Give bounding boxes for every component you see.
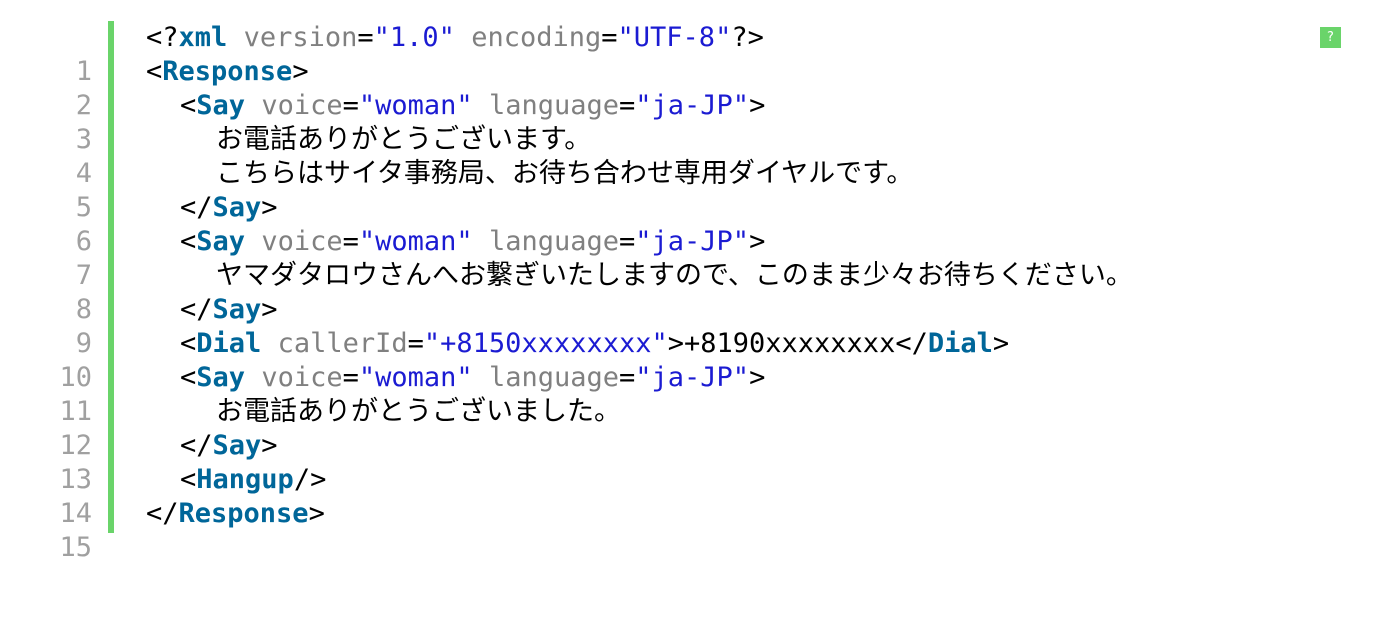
attr-value-text: ja-JP — [651, 90, 733, 121]
attr-name: version — [243, 22, 358, 53]
tag-name: Dial — [927, 328, 993, 359]
say-open-tag: <Say voice="woman" language="ja-JP"> — [180, 362, 766, 393]
code-line: 15 </Response> — [0, 497, 1378, 563]
attr-value: "UTF-8" — [617, 22, 732, 53]
attr-value: "+8150xxxxxxxx" — [423, 328, 668, 359]
say-open-tag: <Say voice="woman" language="ja-JP"> — [180, 90, 766, 121]
attr-name: voice — [261, 226, 343, 257]
tag-name: Say — [212, 192, 262, 223]
code-line: 11 <Say voice="woman" language="ja-JP"> — [0, 361, 1378, 427]
line-number: 15 — [59, 532, 92, 563]
attr-value: "ja-JP" — [635, 362, 750, 393]
tag-name: Say — [196, 226, 246, 257]
tag-name: Say — [196, 362, 246, 393]
code-line: 5 こちらはサイタ事務局、お待ち合わせ専用ダイヤルです。 — [0, 157, 1378, 223]
attr-value-text: ja-JP — [651, 362, 733, 393]
attr-value: "woman" — [358, 226, 473, 257]
code-line: 12 お電話ありがとうございました。 — [0, 395, 1378, 461]
attr-value-text: UTF-8 — [633, 22, 716, 53]
say-close-tag: </Say> — [180, 294, 278, 325]
attr-name: encoding — [471, 22, 602, 53]
tag-name: Hangup — [196, 464, 294, 495]
say-close-tag: </Say> — [180, 430, 278, 461]
say-text: こちらはサイタ事務局、お待ち合わせ専用ダイヤルです。 — [216, 158, 914, 189]
attr-name: voice — [261, 90, 343, 121]
attr-value-text: 1.0 — [389, 22, 439, 53]
code-line: 3 <Say voice="woman" language="ja-JP"> — [0, 89, 1378, 155]
code-line: 9 </Say> — [0, 293, 1378, 359]
attr-name: voice — [261, 362, 343, 393]
code-line: 1 <?xml version="1.0" encoding="UTF-8"?> — [0, 21, 1378, 87]
attr-name: language — [488, 226, 619, 257]
code-line: 7 <Say voice="woman" language="ja-JP"> — [0, 225, 1378, 291]
response-open-tag: <Response> — [146, 56, 309, 87]
tag-name: Response — [178, 498, 309, 529]
hangup-tag: <Hangup/> — [180, 464, 327, 495]
code-line: 6 </Say> — [0, 191, 1378, 257]
attr-value-text: woman — [375, 90, 457, 121]
tag-name: Say — [212, 294, 262, 325]
attr-value-text: woman — [375, 362, 457, 393]
attr-value: "ja-JP" — [635, 226, 750, 257]
code-block: 1 <?xml version="1.0" encoding="UTF-8"?>… — [0, 21, 1378, 563]
attr-name: language — [488, 362, 619, 393]
code-line: 4 お電話ありがとうございます。 — [0, 123, 1378, 189]
dial-number: +8190xxxxxxxx — [684, 328, 896, 359]
attr-value-text: ja-JP — [651, 226, 733, 257]
attr-value: "woman" — [358, 90, 473, 121]
say-text: お電話ありがとうございます。 — [216, 124, 592, 155]
code-line: 8 ヤマダタロウさんへお繋ぎいたしますので、このまま少々お待ちください。 — [0, 259, 1378, 325]
say-text: お電話ありがとうございました。 — [216, 396, 621, 427]
say-text: ヤマダタロウさんへお繋ぎいたしますので、このまま少々お待ちください。 — [216, 260, 1133, 291]
say-close-tag: </Say> — [180, 192, 278, 223]
response-close-tag: </Response> — [146, 498, 325, 529]
tag-name: Say — [196, 90, 246, 121]
dial-element: <Dial callerId="+8150xxxxxxxx">+8190xxxx… — [180, 328, 1010, 359]
attr-name: callerId — [277, 328, 408, 359]
code-line: 10 <Dial callerId="+8150xxxxxxxx">+8190x… — [0, 327, 1378, 393]
tag-name: Dial — [196, 328, 262, 359]
tag-name: Response — [162, 56, 293, 87]
attr-value: "ja-JP" — [635, 90, 750, 121]
code-line: 2 <Response> — [0, 55, 1378, 121]
attr-value-text: woman — [375, 226, 457, 257]
attr-value: "woman" — [358, 362, 473, 393]
attr-name: language — [488, 90, 619, 121]
code-line: 14 <Hangup/> — [0, 463, 1378, 529]
tag-name: Say — [212, 430, 262, 461]
xml-declaration: <?xml version="1.0" encoding="UTF-8"?> — [146, 22, 764, 53]
xml-keyword: xml — [178, 22, 228, 53]
say-open-tag: <Say voice="woman" language="ja-JP"> — [180, 226, 766, 257]
attr-value: "1.0" — [373, 22, 455, 53]
code-line: 13 </Say> — [0, 429, 1378, 495]
attr-value-text: +8150xxxxxxxx — [440, 328, 652, 359]
